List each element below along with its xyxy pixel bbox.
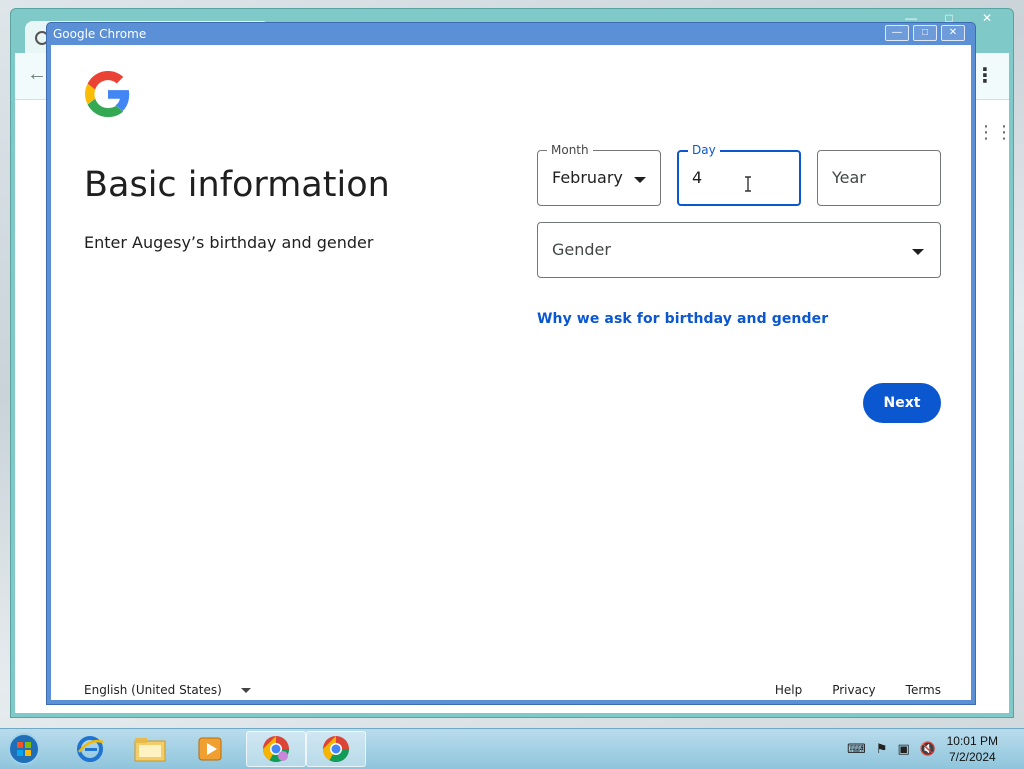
terms-link[interactable]: Terms — [906, 683, 941, 697]
file-explorer-icon[interactable] — [120, 731, 180, 767]
clock[interactable]: 10:01 PM 7/2/2024 — [947, 733, 998, 765]
chrome-taskbar-button-1[interactable] — [246, 731, 306, 767]
footer-links: Help Privacy Terms — [775, 683, 941, 697]
menu-kebab-icon[interactable]: ⋮ — [975, 63, 995, 88]
year-input[interactable]: Year — [817, 150, 941, 206]
network-icon[interactable]: ▣ — [898, 741, 910, 757]
internet-explorer-icon[interactable] — [60, 731, 120, 767]
day-label: Day — [688, 143, 720, 157]
keyboard-icon[interactable]: ⌨ — [847, 741, 866, 757]
start-button-icon[interactable] — [4, 731, 44, 767]
clock-time: 10:01 PM — [946, 734, 998, 748]
help-link[interactable]: Help — [775, 683, 802, 697]
gender-select[interactable]: Gender — [537, 222, 941, 278]
media-player-icon[interactable] — [180, 731, 240, 767]
chrome-popup-window: Google Chrome — □ ✕ Basic information En… — [46, 22, 976, 705]
close-icon[interactable]: ✕ — [977, 11, 997, 25]
popup-title: Google Chrome — [53, 27, 147, 41]
signup-page: Basic information Enter Augesy’s birthda… — [51, 45, 971, 700]
day-input[interactable]: Day 4 — [677, 143, 801, 206]
gender-placeholder: Gender — [552, 240, 611, 259]
year-placeholder: Year — [832, 168, 866, 187]
minimize-icon[interactable]: — — [885, 25, 909, 41]
page-subtitle: Enter Augesy’s birthday and gender — [84, 233, 374, 252]
text-cursor-icon — [745, 176, 751, 192]
language-selector[interactable]: English (United States) — [84, 683, 222, 697]
chevron-down-icon[interactable] — [241, 688, 251, 693]
volume-muted-icon[interactable]: 🔇 — [920, 741, 936, 757]
chrome-taskbar-button-2[interactable] — [306, 731, 366, 767]
chevron-down-icon — [912, 249, 924, 255]
next-button[interactable]: Next — [863, 383, 941, 423]
google-logo-icon — [85, 71, 130, 117]
flag-icon[interactable]: ⚑ — [876, 741, 888, 757]
maximize-icon[interactable]: □ — [913, 25, 937, 41]
chrome-icon — [262, 736, 290, 763]
system-tray: ⌨ ⚑ ▣ 🔇 — [847, 741, 936, 757]
apps-grid-icon[interactable]: ⋮⋮ — [977, 122, 1013, 143]
chevron-down-icon — [634, 177, 646, 183]
month-value: February — [552, 168, 623, 187]
taskbar: ⌨ ⚑ ▣ 🔇 10:01 PM 7/2/2024 — [0, 728, 1024, 769]
close-icon[interactable]: ✕ — [941, 25, 965, 41]
popup-window-controls: — □ ✕ — [885, 25, 965, 41]
month-select[interactable]: Month February — [537, 143, 661, 206]
clock-date: 7/2/2024 — [948, 750, 996, 764]
privacy-link[interactable]: Privacy — [832, 683, 875, 697]
day-value: 4 — [692, 168, 703, 187]
why-birthday-gender-link[interactable]: Why we ask for birthday and gender — [537, 311, 828, 327]
chrome-icon — [322, 736, 350, 763]
month-label: Month — [547, 143, 593, 157]
back-arrow-icon[interactable]: ← — [27, 63, 47, 86]
page-title: Basic information — [84, 165, 390, 205]
